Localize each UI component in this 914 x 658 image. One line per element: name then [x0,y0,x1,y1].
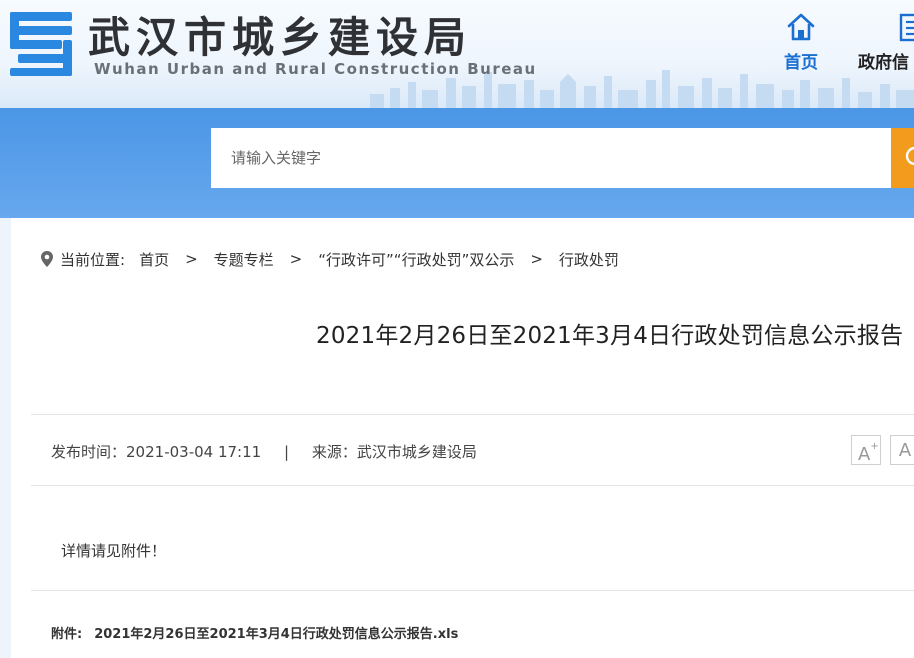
nav-item-gov-info[interactable]: 政府信 [858,12,914,73]
nav-item-home[interactable]: 首页 [776,12,826,73]
meta-separator: | [283,443,290,461]
nav-item-label: 政府信 [858,53,909,73]
attachment-row: 附件: 2021年2月26日至2021年3月4日行政处罚信息公示报告.xls [51,623,458,642]
search-icon [905,146,914,166]
article-source: 武汉市城乡建设局 [356,443,477,461]
breadcrumb-separator: > [185,250,198,268]
bureau-logo-icon [10,12,72,76]
nav-item-label: 首页 [784,53,818,73]
article-body: 详情请见附件！ [61,542,167,560]
attachment-label: 附件: [51,627,83,642]
font-decrease-button[interactable]: A [890,435,914,465]
article-title: 2021年2月26日至2021年3月4日行政处罚信息公示报告 [316,323,904,349]
font-increase-button[interactable]: A+ [851,435,881,465]
breadcrumb-item-penalty[interactable]: 行政处罚 [559,249,619,270]
document-icon [899,13,914,42]
location-pin-icon [40,250,54,268]
breadcrumb-item-special-topics[interactable]: 专题专栏 [214,249,274,270]
site-header: 武汉市城乡建设局 Wuhan Urban and Rural Construct… [0,0,914,108]
breadcrumb-item-dual-publicity[interactable]: “行政许可”“行政处罚”双公示 [318,249,514,270]
breadcrumb-separator: > [289,250,303,268]
breadcrumb: 当前位置: 首页 > 专题专栏 > “行政许可”“行政处罚”双公示 > 行政处罚 [40,249,619,269]
font-decrease-label: A [898,440,912,461]
breadcrumb-separator: > [530,250,543,268]
content-panel [11,218,914,658]
publish-time: 2021-03-04 17:11 [126,443,262,461]
site-subtitle: Wuhan Urban and Rural Construction Burea… [94,60,537,78]
breadcrumb-item-home[interactable]: 首页 [139,249,169,270]
search-button[interactable] [891,128,914,188]
divider [31,590,914,591]
divider [31,485,914,486]
article-meta: 发布时间：2021-03-04 17:11 | 来源：武汉市城乡建设局 [51,441,477,462]
font-increase-label: A [858,444,871,465]
source-label: 来源： [311,443,357,461]
breadcrumb-prefix: 当前位置: [60,250,126,269]
divider [31,414,914,415]
attachment-file-link[interactable]: 2021年2月26日至2021年3月4日行政处罚信息公示报告.xls [94,627,458,642]
search-input[interactable] [211,128,891,188]
publish-label: 发布时间： [51,443,127,461]
site-title: 武汉市城乡建设局 [88,13,473,62]
home-icon [787,13,815,41]
